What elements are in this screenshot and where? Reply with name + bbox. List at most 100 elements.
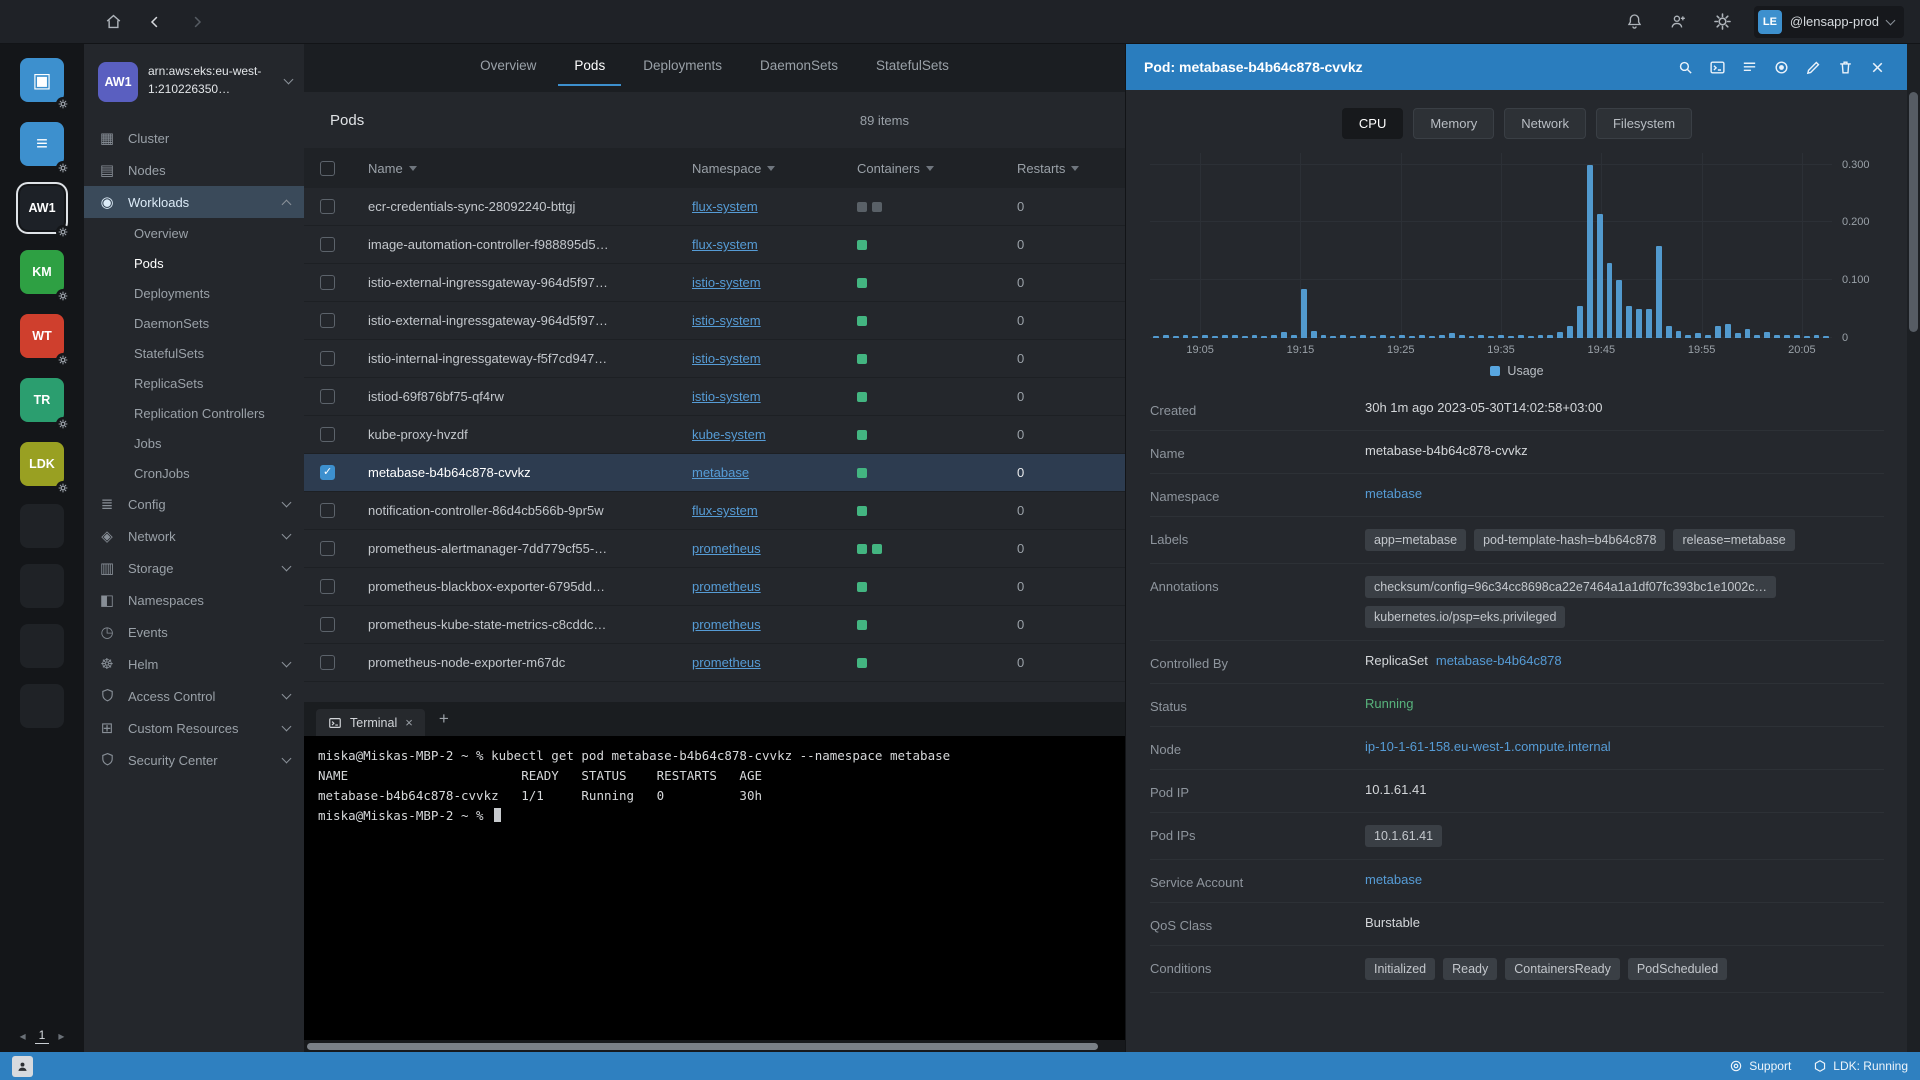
row-checkbox[interactable] [320,313,335,328]
row-checkbox[interactable] [320,655,335,670]
column-header-namespace[interactable]: Namespace [692,161,857,176]
namespace-link[interactable]: flux-system [692,237,758,252]
row-checkbox[interactable] [320,351,335,366]
gear-icon[interactable] [56,225,70,239]
namespace-link[interactable]: prometheus [692,579,761,594]
sidebar-item-security-center[interactable]: Security Center [84,744,304,776]
sidebar-item-cronjobs[interactable]: CronJobs [84,458,304,488]
sidebar-item-events[interactable]: ◷ Events [84,616,304,648]
table-row[interactable]: istio-internal-ingressgateway-f5f7cd947…… [304,340,1125,378]
metric-tab-filesystem[interactable]: Filesystem [1595,108,1693,139]
sidebar-item-access-control[interactable]: Access Control [84,680,304,712]
chart-legend[interactable]: Usage [1150,364,1884,378]
table-row[interactable]: istio-external-ingressgateway-964d5f97… i… [304,264,1125,302]
row-checkbox[interactable] [320,503,335,518]
sidebar-item-replication-controllers[interactable]: Replication Controllers [84,398,304,428]
detail-link[interactable]: metabase [1365,486,1422,501]
hotbar-item-catalog[interactable]: ▣ [18,56,70,111]
gear-icon[interactable] [56,97,70,111]
sidebar-item-statefulsets[interactable]: StatefulSets [84,338,304,368]
cluster-status[interactable]: LDK: Running [1813,1059,1908,1073]
namespace-link[interactable]: prometheus [692,655,761,670]
table-row[interactable]: metabase-b4b64c878-cvvkz metabase 0 [304,454,1125,492]
terminal-output[interactable]: miska@Miskas-MBP-2 ~ % kubectl get pod m… [304,736,1125,1040]
namespace-link[interactable]: flux-system [692,199,758,214]
hotbar-prev-page-icon[interactable]: ◂ [20,1029,26,1043]
sidebar-item-cluster[interactable]: ▦ Cluster [84,122,304,154]
namespace-link[interactable]: istio-system [692,313,761,328]
forward-button[interactable] [184,9,210,35]
tab-pods[interactable]: Pods [558,44,621,86]
table-row[interactable]: istiod-69f876bf75-qf4rw istio-system 0 [304,378,1125,416]
table-row[interactable]: prometheus-node-exporter-m67dc prometheus… [304,644,1125,682]
namespace-link[interactable]: istio-system [692,351,761,366]
user-icon[interactable] [12,1055,33,1077]
row-checkbox[interactable] [320,427,335,442]
tab-statefulsets[interactable]: StatefulSets [860,44,965,86]
namespace-link[interactable]: istio-system [692,389,761,404]
pod-shell-icon[interactable] [1704,54,1730,80]
detail-link[interactable]: metabase [1365,872,1422,887]
namespace-link[interactable]: flux-system [692,503,758,518]
namespace-link[interactable]: kube-system [692,427,766,442]
sidebar-item-daemonsets[interactable]: DaemonSets [84,308,304,338]
metric-tab-network[interactable]: Network [1504,108,1586,139]
sidebar-item-config[interactable]: ≣ Config [84,488,304,520]
pod-logs-icon[interactable] [1736,54,1762,80]
namespace-link[interactable]: prometheus [692,541,761,556]
new-tab-button[interactable]: + [433,709,455,729]
gear-icon[interactable] [56,289,70,303]
gear-icon[interactable] [56,417,70,431]
row-checkbox[interactable] [320,541,335,556]
column-header-containers[interactable]: Containers [857,161,1017,176]
column-header-restarts[interactable]: Restarts [1017,161,1117,176]
sidebar-item-overview[interactable]: Overview [84,218,304,248]
settings-gear-icon[interactable] [1710,9,1736,35]
tab-overview[interactable]: Overview [464,44,552,86]
notifications-bell-icon[interactable] [1622,9,1648,35]
sidebar-item-workloads[interactable]: ◉ Workloads [84,186,304,218]
sidebar-item-nodes[interactable]: ▤ Nodes [84,154,304,186]
row-checkbox[interactable] [320,237,335,252]
row-checkbox[interactable] [320,199,335,214]
hotbar-item-cluster-aw1[interactable]: AW1 [18,184,70,239]
namespace-link[interactable]: metabase [692,465,749,480]
detail-link[interactable]: ip-10-1-61-158.eu-west-1.compute.interna… [1365,739,1611,754]
table-row[interactable]: prometheus-alertmanager-7dd779cf55-… prom… [304,530,1125,568]
tab-daemonsets[interactable]: DaemonSets [744,44,854,86]
sidebar-item-deployments[interactable]: Deployments [84,278,304,308]
gear-icon[interactable] [56,161,70,175]
row-checkbox[interactable] [320,617,335,632]
metric-tab-memory[interactable]: Memory [1413,108,1495,139]
sidebar-item-jobs[interactable]: Jobs [84,428,304,458]
home-button[interactable] [100,9,126,35]
table-row[interactable]: notification-controller-86d4cb566b-9pr5w… [304,492,1125,530]
table-row[interactable]: kube-proxy-hvzdf kube-system 0 [304,416,1125,454]
horizontal-scrollbar-thumb[interactable] [307,1042,1098,1050]
namespace-link[interactable]: prometheus [692,617,761,632]
sidebar-item-helm[interactable]: ☸ Helm [84,648,304,680]
invite-user-icon[interactable] [1666,9,1692,35]
sidebar-item-network[interactable]: ◈ Network [84,520,304,552]
row-checkbox[interactable] [320,579,335,594]
metric-tab-cpu[interactable]: CPU [1341,108,1404,139]
table-row[interactable]: istio-external-ingressgateway-964d5f97… i… [304,302,1125,340]
row-checkbox[interactable] [320,275,335,290]
sidebar-item-namespaces[interactable]: ◧ Namespaces [84,584,304,616]
table-row[interactable]: prometheus-blackbox-exporter-6795dd… prom… [304,568,1125,606]
terminal-tab[interactable]: Terminal × [316,709,425,736]
row-checkbox[interactable] [320,465,335,480]
sidebar-item-custom-resources[interactable]: ⊞ Custom Resources [84,712,304,744]
detail-link[interactable]: metabase-b4b64c878 [1436,653,1562,668]
gear-icon[interactable] [56,353,70,367]
hotbar-item-cluster-wt[interactable]: WT [18,312,70,367]
vertical-scrollbar-thumb[interactable] [1909,92,1918,332]
table-row[interactable]: prometheus-kube-state-metrics-c8cddc… pro… [304,606,1125,644]
row-checkbox[interactable] [320,389,335,404]
select-all-checkbox[interactable] [320,160,335,176]
hotbar-item-cluster-tr[interactable]: TR [18,376,70,431]
hotbar-item-cluster-ldk[interactable]: LDK [18,440,70,495]
column-header-name[interactable]: Name [368,161,692,176]
sidebar-item-storage[interactable]: ▥ Storage [84,552,304,584]
close-icon[interactable] [1864,54,1890,80]
